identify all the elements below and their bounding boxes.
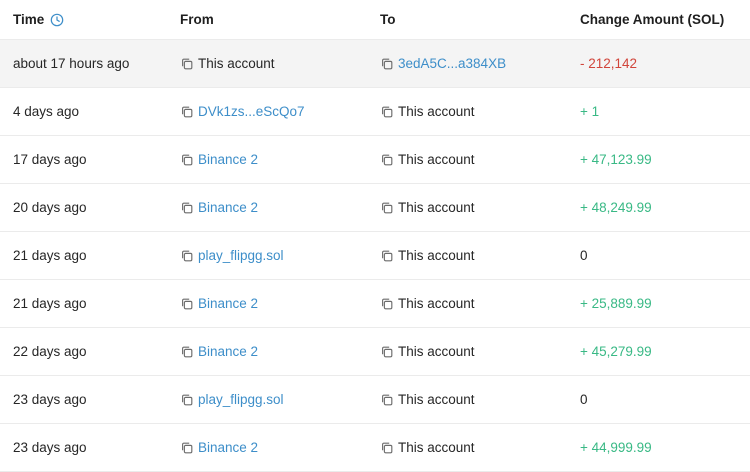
row-to: This account: [380, 200, 475, 215]
table-row: 22 days ago Binance 2 This account + 45,…: [0, 328, 750, 376]
row-amount: + 45,279.99: [580, 344, 652, 359]
row-from: DVk1zs...eScQo7: [180, 104, 305, 119]
row-to: This account: [380, 344, 475, 359]
copy-icon[interactable]: [180, 201, 194, 215]
row-from: Binance 2: [180, 152, 258, 167]
transfers-table: Time From To Change Amount (SOL) about 1…: [0, 0, 750, 472]
copy-icon[interactable]: [380, 201, 394, 215]
copy-icon[interactable]: [380, 153, 394, 167]
copy-icon[interactable]: [180, 441, 194, 455]
row-to-text: This account: [398, 440, 475, 455]
row-to-text: This account: [398, 296, 475, 311]
row-from-text: This account: [198, 56, 275, 71]
row-amount: 0: [580, 392, 588, 407]
row-amount: + 25,889.99: [580, 296, 652, 311]
row-to-text: This account: [398, 200, 475, 215]
row-to-text: This account: [398, 344, 475, 359]
row-time: 21 days ago: [13, 248, 87, 263]
row-to-text[interactable]: 3edA5C...a384XB: [398, 56, 506, 71]
header-from: From: [180, 12, 214, 27]
row-from-text[interactable]: Binance 2: [198, 440, 258, 455]
row-amount: + 44,999.99: [580, 440, 652, 455]
row-to-text: This account: [398, 104, 475, 119]
copy-icon[interactable]: [380, 345, 394, 359]
header-time[interactable]: Time: [13, 12, 64, 27]
row-amount: + 48,249.99: [580, 200, 652, 215]
row-to: This account: [380, 152, 475, 167]
table-row: 17 days ago Binance 2 This account + 47,…: [0, 136, 750, 184]
row-time: 23 days ago: [13, 392, 87, 407]
copy-icon[interactable]: [180, 57, 194, 71]
header-amount: Change Amount (SOL): [580, 12, 725, 27]
row-to-text: This account: [398, 152, 475, 167]
table-row: 20 days ago Binance 2 This account + 48,…: [0, 184, 750, 232]
table-row: 23 days ago play_flipgg.sol This account…: [0, 376, 750, 424]
row-from-text[interactable]: Binance 2: [198, 152, 258, 167]
table-row: about 17 hours ago This account 3edA5C..…: [0, 40, 750, 88]
copy-icon[interactable]: [180, 297, 194, 311]
row-from: Binance 2: [180, 296, 258, 311]
copy-icon[interactable]: [180, 249, 194, 263]
row-time: 20 days ago: [13, 200, 87, 215]
row-to-text: This account: [398, 392, 475, 407]
row-time: 17 days ago: [13, 152, 87, 167]
copy-icon[interactable]: [380, 57, 394, 71]
copy-icon[interactable]: [180, 393, 194, 407]
row-from: play_flipgg.sol: [180, 392, 284, 407]
row-time: 4 days ago: [13, 104, 80, 119]
table-header: Time From To Change Amount (SOL): [0, 0, 750, 40]
row-amount: - 212,142: [580, 56, 638, 71]
table-row: 23 days ago Binance 2 This account + 44,…: [0, 424, 750, 472]
row-time: about 17 hours ago: [13, 56, 130, 71]
copy-icon[interactable]: [180, 153, 194, 167]
row-from-text[interactable]: DVk1zs...eScQo7: [198, 104, 305, 119]
row-to: This account: [380, 392, 475, 407]
clock-icon[interactable]: [50, 13, 64, 27]
copy-icon[interactable]: [380, 249, 394, 263]
table-row: 21 days ago Binance 2 This account + 25,…: [0, 280, 750, 328]
row-amount: 0: [580, 248, 588, 263]
row-from: play_flipgg.sol: [180, 248, 284, 263]
row-amount: + 1: [580, 104, 600, 119]
row-to: This account: [380, 440, 475, 455]
header-to: To: [380, 12, 396, 27]
row-time: 23 days ago: [13, 440, 87, 455]
row-from: Binance 2: [180, 344, 258, 359]
table-row: 4 days ago DVk1zs...eScQo7 This account …: [0, 88, 750, 136]
row-to-text: This account: [398, 248, 475, 263]
copy-icon[interactable]: [380, 441, 394, 455]
copy-icon[interactable]: [380, 297, 394, 311]
row-to: This account: [380, 296, 475, 311]
table-row: 21 days ago play_flipgg.sol This account…: [0, 232, 750, 280]
row-from-text[interactable]: Binance 2: [198, 200, 258, 215]
row-from: This account: [180, 56, 275, 71]
row-to: This account: [380, 248, 475, 263]
row-from-text[interactable]: Binance 2: [198, 344, 258, 359]
row-from: Binance 2: [180, 200, 258, 215]
row-time: 21 days ago: [13, 296, 87, 311]
row-from-text[interactable]: Binance 2: [198, 296, 258, 311]
row-amount: + 47,123.99: [580, 152, 652, 167]
copy-icon[interactable]: [380, 393, 394, 407]
copy-icon[interactable]: [180, 105, 194, 119]
row-from-text[interactable]: play_flipgg.sol: [198, 392, 284, 407]
row-time: 22 days ago: [13, 344, 87, 359]
row-to: 3edA5C...a384XB: [380, 56, 506, 71]
row-from-text[interactable]: play_flipgg.sol: [198, 248, 284, 263]
header-time-label: Time: [13, 12, 45, 27]
row-to: This account: [380, 104, 475, 119]
copy-icon[interactable]: [380, 105, 394, 119]
row-from: Binance 2: [180, 440, 258, 455]
copy-icon[interactable]: [180, 345, 194, 359]
